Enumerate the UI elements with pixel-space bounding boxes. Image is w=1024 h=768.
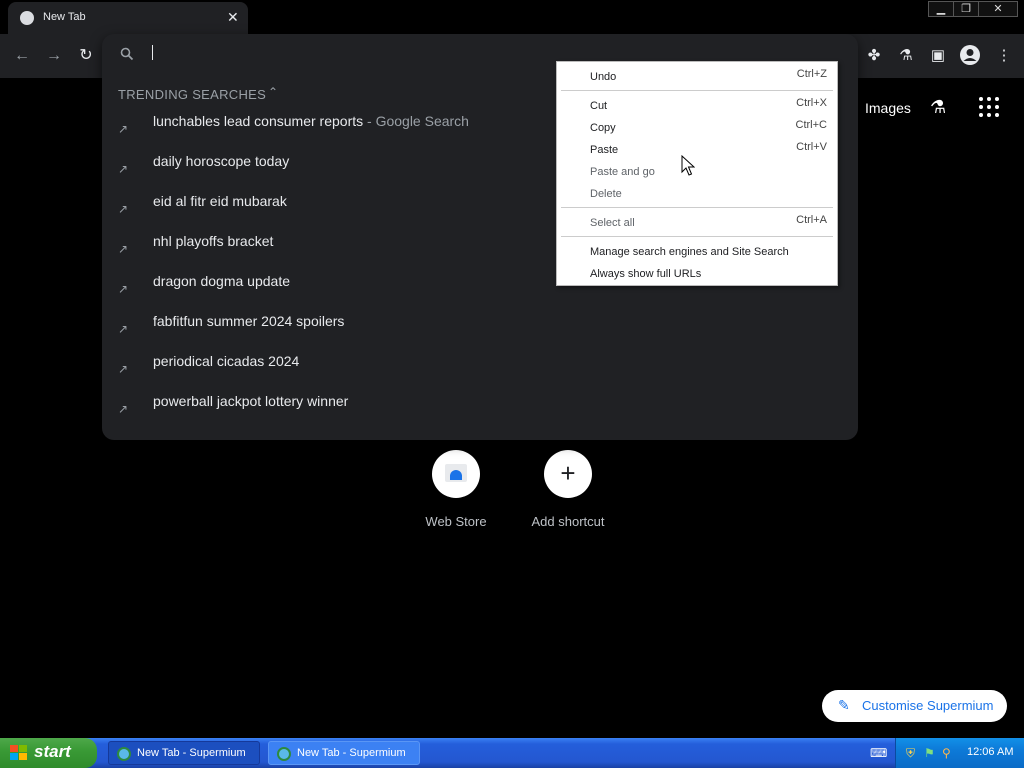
- suggestion-text: daily horoscope today: [153, 153, 290, 169]
- menu-item-copy[interactable]: Copy Ctrl+C: [557, 119, 837, 139]
- trending-icon: ↗: [118, 402, 129, 416]
- taskbar-task-active[interactable]: New Tab - Supermium: [268, 741, 420, 765]
- suggestion-text: fabfitfun summer 2024 spoilers: [153, 313, 345, 329]
- apps-grid-icon[interactable]: [979, 97, 999, 117]
- windows-logo-icon: [10, 745, 27, 760]
- security-shield-icon[interactable]: ⛨: [906, 746, 915, 761]
- menu-item-manage-search-engines[interactable]: Manage search engines and Site Search: [557, 243, 837, 263]
- suggestion-text: lunchables lead consumer reports: [153, 113, 364, 129]
- labs-icon[interactable]: ⚗: [930, 97, 946, 118]
- start-label: start: [34, 742, 71, 761]
- menu-item-select-all[interactable]: Select all Ctrl+A: [557, 214, 837, 234]
- trending-icon: ↗: [118, 322, 129, 336]
- omnibox-input[interactable]: [152, 45, 153, 60]
- window-restore-button[interactable]: ❐: [953, 1, 979, 17]
- side-panel-icon[interactable]: ▣: [926, 44, 950, 68]
- menu-more-icon[interactable]: ⋮: [992, 44, 1016, 68]
- trending-icon: ↗: [118, 242, 129, 256]
- shortcut-label: Web Store: [425, 514, 487, 529]
- profile-avatar-icon[interactable]: [958, 44, 982, 68]
- shortcut-add[interactable]: + Add shortcut: [513, 450, 623, 529]
- taskbar-task[interactable]: New Tab - Supermium: [108, 741, 260, 765]
- taskbar: start New Tab - Supermium New Tab - Supe…: [0, 738, 1024, 768]
- suggestion-text: dragon dogma update: [153, 273, 290, 289]
- suggestion-row[interactable]: ↗ powerball jackpot lottery winner: [102, 388, 858, 428]
- suggestion-row[interactable]: ↗ periodical cicadas 2024: [102, 348, 858, 388]
- add-shortcut-icon: +: [544, 450, 592, 498]
- search-tray-icon[interactable]: ⚲: [942, 746, 951, 760]
- tab-title: New Tab: [43, 11, 86, 23]
- trending-icon: ↗: [118, 362, 129, 376]
- images-link[interactable]: Images: [865, 100, 911, 116]
- context-menu: Undo Ctrl+Z Cut Ctrl+X Copy Ctrl+C Paste…: [556, 61, 838, 286]
- extensions-icon[interactable]: ✤: [862, 44, 886, 68]
- window-minimize-button[interactable]: ▁: [928, 1, 954, 17]
- labs-flask-icon[interactable]: ⚗: [894, 44, 918, 68]
- menu-item-cut[interactable]: Cut Ctrl+X: [557, 97, 837, 117]
- menu-separator: [561, 207, 833, 208]
- window-close-button[interactable]: ✕: [978, 1, 1018, 17]
- menu-item-undo[interactable]: Undo Ctrl+Z: [557, 68, 837, 88]
- supermium-icon: [117, 747, 131, 761]
- trending-icon: ↗: [118, 122, 129, 136]
- suggestion-suffix: - Google Search: [363, 113, 469, 129]
- customise-button[interactable]: ✎ Customise Supermium: [822, 690, 1007, 722]
- menu-separator: [561, 236, 833, 237]
- customise-label: Customise Supermium: [862, 698, 994, 713]
- back-icon[interactable]: ←: [10, 44, 34, 68]
- suggestion-text: powerball jackpot lottery winner: [153, 393, 349, 409]
- tab-new-tab[interactable]: New Tab ✕: [8, 2, 248, 34]
- menu-item-delete[interactable]: Delete: [557, 185, 837, 205]
- supermium-icon: [277, 747, 291, 761]
- reload-icon[interactable]: ↻: [74, 44, 98, 68]
- shortcut-web-store[interactable]: Web Store: [401, 450, 511, 529]
- tab-strip: New Tab ✕ ▁ ❐ ✕: [0, 0, 1024, 34]
- keyboard-icon[interactable]: ⌨: [870, 746, 887, 760]
- suggestion-text: periodical cicadas 2024: [153, 353, 300, 369]
- clock: 12:06 AM: [967, 746, 1014, 758]
- suggestion-text: eid al fitr eid mubarak: [153, 193, 287, 209]
- network-icon[interactable]: ⚑: [924, 746, 935, 760]
- pencil-icon: ✎: [838, 697, 850, 713]
- tab-favicon-icon: [20, 11, 34, 25]
- search-icon: [120, 47, 134, 64]
- start-button[interactable]: start: [0, 738, 97, 768]
- chevron-up-icon[interactable]: ⌃: [268, 85, 278, 99]
- menu-separator: [561, 90, 833, 91]
- system-tray: ⛨ ⚑ ⚲ 12:06 AM: [895, 738, 1024, 768]
- suggestion-row[interactable]: ↗ fabfitfun summer 2024 spoilers: [102, 308, 858, 348]
- trending-icon: ↗: [118, 162, 129, 176]
- menu-item-always-show-full-urls[interactable]: Always show full URLs: [557, 265, 837, 285]
- trending-searches-header: TRENDING SEARCHES: [118, 87, 267, 102]
- mouse-cursor-icon: [681, 155, 695, 176]
- trending-icon: ↗: [118, 282, 129, 296]
- menu-item-paste-and-go[interactable]: Paste and go: [557, 163, 837, 183]
- trending-icon: ↗: [118, 202, 129, 216]
- web-store-icon: [432, 450, 480, 498]
- suggestion-text: nhl playoffs bracket: [153, 233, 274, 249]
- menu-item-paste[interactable]: Paste Ctrl+V: [557, 141, 837, 161]
- shortcut-label: Add shortcut: [531, 514, 605, 529]
- forward-icon[interactable]: →: [42, 44, 66, 68]
- tab-close-icon[interactable]: ✕: [227, 9, 239, 26]
